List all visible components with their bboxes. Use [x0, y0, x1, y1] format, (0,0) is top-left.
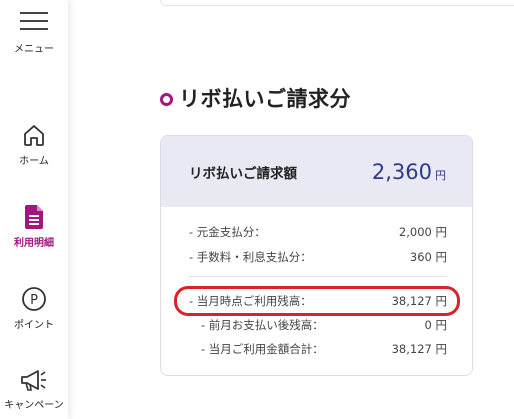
- row-label: - 前月お支払い後残高：: [201, 318, 324, 332]
- sidebar-item-label: ホーム: [19, 156, 49, 167]
- row-value: 38,127 円: [391, 342, 447, 356]
- breakdown-subrow: - 前月お支払い後残高： 0 円: [201, 317, 447, 333]
- section-heading: リボ払いご請求分: [160, 83, 351, 113]
- sidebar: メニュー ホーム 利用明細 P ポイント キャンペーン: [0, 0, 68, 419]
- revolving-billing-card: リボ払いご請求額 2,360 円 - 元金支払分： 2,000 円 - 手数料・利…: [160, 135, 473, 376]
- sidebar-item-label: ポイント: [14, 320, 54, 331]
- row-value: 2,000 円: [398, 225, 447, 239]
- billing-amount-unit: 円: [435, 168, 446, 182]
- breakdown-row: - 手数料・利息支払分： 360 円: [189, 249, 447, 265]
- point-icon: P: [22, 287, 46, 311]
- row-value: 0 円: [424, 318, 447, 332]
- highlight-annotation: [174, 286, 460, 316]
- previous-card: [160, 0, 514, 6]
- billing-amount-label: リボ払いご請求額: [189, 165, 297, 182]
- menu-button[interactable]: メニュー: [0, 10, 68, 55]
- card-header: リボ払いご請求額 2,360 円: [161, 136, 472, 207]
- ring-bullet-icon: [160, 92, 173, 106]
- sidebar-item-statement[interactable]: 利用明細: [0, 204, 68, 249]
- menu-label: メニュー: [14, 44, 54, 55]
- svg-text:P: P: [30, 293, 38, 308]
- sidebar-item-home[interactable]: ホーム: [0, 122, 68, 167]
- sidebar-item-points[interactable]: P ポイント: [0, 286, 68, 331]
- row-label: - 当月ご利用金額合計：: [201, 342, 324, 356]
- row-value: 360 円: [409, 250, 447, 264]
- statement-icon: [25, 205, 43, 229]
- divider: [189, 276, 447, 277]
- sidebar-item-label: 利用明細: [14, 238, 54, 249]
- section-title: リボ払いご請求分: [179, 87, 351, 111]
- hamburger-icon: [20, 12, 48, 30]
- breakdown-row: - 元金支払分： 2,000 円: [189, 224, 447, 240]
- megaphone-icon: [21, 370, 46, 391]
- row-label: - 手数料・利息支払分：: [189, 250, 312, 264]
- billing-amount-value: 2,360: [371, 159, 432, 184]
- sidebar-item-campaign[interactable]: キャンペーン: [0, 366, 68, 411]
- billing-amount: 2,360 円: [372, 160, 446, 184]
- breakdown-subrow: - 当月ご利用金額合計： 38,127 円: [201, 341, 447, 357]
- sidebar-item-label: キャンペーン: [4, 400, 64, 411]
- home-icon: [24, 125, 44, 146]
- row-label: - 元金支払分：: [189, 225, 266, 239]
- main-content: リボ払いご請求分 リボ払いご請求額 2,360 円 - 元金支払分： 2,000 …: [68, 0, 514, 419]
